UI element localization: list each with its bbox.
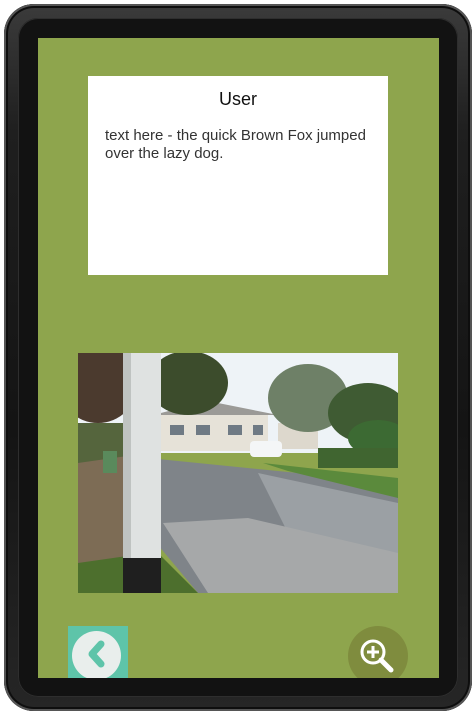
chevron-left-icon [88,640,105,668]
app-screen: User text here - the quick Brown Fox jum… [38,38,439,678]
street-photo [78,353,398,593]
zoom-in-icon [360,639,394,673]
user-card-title: User [218,89,257,109]
zoom-button[interactable] [348,626,408,678]
user-card-text: text here - the quick Brown Fox jumped o… [105,127,366,162]
street-photo-image [78,353,398,593]
user-card: User text here - the quick Brown Fox jum… [88,76,388,275]
back-button[interactable] [68,626,128,678]
